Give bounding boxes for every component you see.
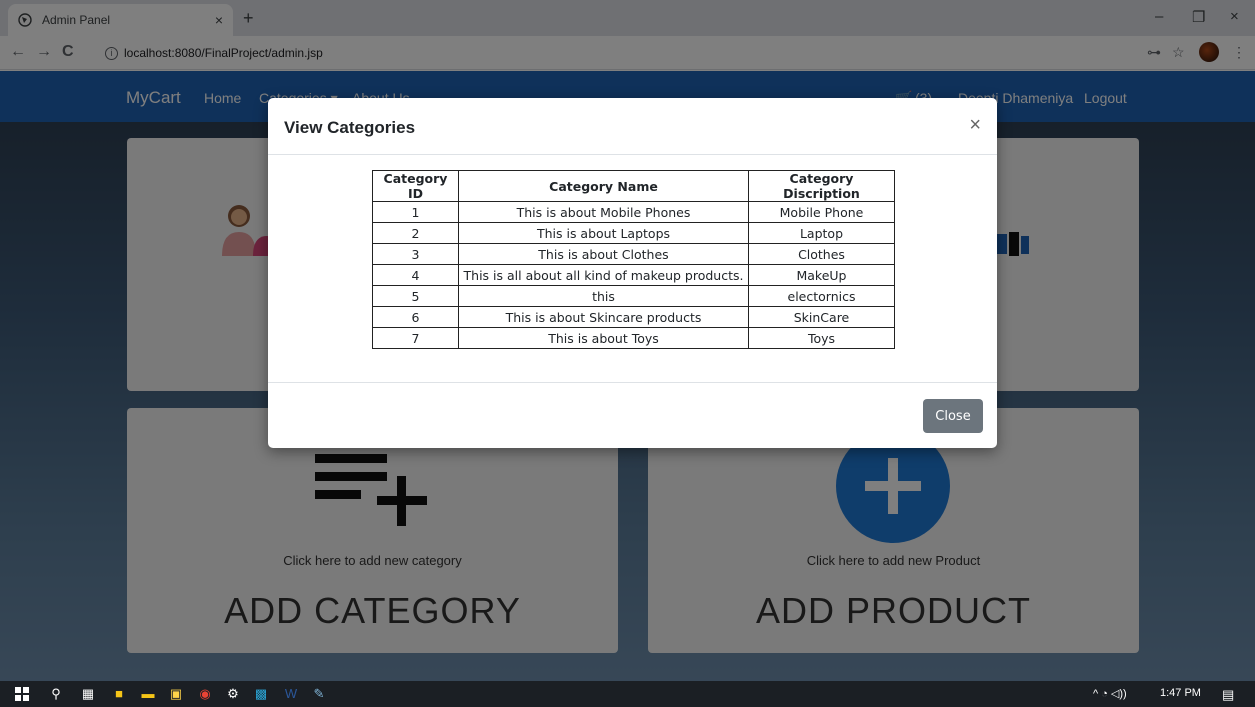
categories-table: Category ID Category Name Category Discr… — [372, 170, 895, 349]
windows-taskbar: ⚲ ▦ ■ ▬ ▣ ◉ ⚙ ▩ W ✎ ^ ◔ ◁)) 1:47 PM ▤ — [0, 681, 1255, 707]
table-row: 4 This is all about all kind of makeup p… — [372, 264, 895, 286]
column-header: Category Name — [458, 170, 749, 202]
category-name-cell: This is about Clothes — [458, 243, 749, 265]
category-id-cell: 5 — [372, 285, 459, 307]
category-description-cell: Mobile Phone — [748, 201, 895, 223]
category-name-cell: This is about Mobile Phones — [458, 201, 749, 223]
category-description-cell: Toys — [748, 327, 895, 349]
notepad-icon[interactable]: ▣ — [168, 686, 184, 702]
clock[interactable]: 1:47 PM — [1160, 687, 1201, 699]
category-description-cell: Clothes — [748, 243, 895, 265]
chrome-icon[interactable]: ◉ — [197, 686, 213, 702]
category-description-cell: SkinCare — [748, 306, 895, 328]
category-id-cell: 6 — [372, 306, 459, 328]
category-id-cell: 1 — [372, 201, 459, 223]
table-header-row: Category ID Category Name Category Discr… — [372, 170, 895, 202]
view-categories-modal: View Categories × Category ID Category N… — [268, 98, 997, 448]
windows-start-icon[interactable] — [14, 686, 30, 702]
category-description-cell: MakeUp — [748, 264, 895, 286]
category-name-cell: this — [458, 285, 749, 307]
category-description-cell: Laptop — [748, 222, 895, 244]
table-row: 6 This is about Skincare products SkinCa… — [372, 306, 895, 328]
category-id-cell: 2 — [372, 222, 459, 244]
category-id-cell: 7 — [372, 327, 459, 349]
category-name-cell: This is about Laptops — [458, 222, 749, 244]
category-description-cell: electornics — [748, 285, 895, 307]
table-row: 1 This is about Mobile Phones Mobile Pho… — [372, 201, 895, 223]
column-header: Category ID — [372, 170, 459, 202]
store-icon[interactable]: ■ — [111, 686, 127, 702]
table-row: 5 this electornics — [372, 285, 895, 307]
table-row: 7 This is about Toys Toys — [372, 327, 895, 349]
file-explorer-icon[interactable]: ▬ — [140, 686, 156, 702]
modal-footer: Close — [268, 382, 997, 448]
category-id-cell: 3 — [372, 243, 459, 265]
app-icon[interactable]: ▩ — [253, 686, 269, 702]
notification-icon[interactable]: ▤ — [1222, 687, 1234, 703]
category-name-cell: This is all about all kind of makeup pro… — [458, 264, 749, 286]
paint-icon[interactable]: ✎ — [311, 686, 327, 702]
table-row: 2 This is about Laptops Laptop — [372, 222, 895, 244]
table-row: 3 This is about Clothes Clothes — [372, 243, 895, 265]
task-view-icon[interactable]: ▦ — [80, 686, 96, 702]
settings-icon[interactable]: ⚙ — [225, 686, 241, 702]
modal-title: View Categories — [284, 118, 416, 137]
category-name-cell: This is about Toys — [458, 327, 749, 349]
column-header: Category Discription — [748, 170, 895, 202]
modal-close-icon[interactable]: × — [969, 114, 981, 137]
category-name-cell: This is about Skincare products — [458, 306, 749, 328]
modal-header: View Categories × — [268, 98, 997, 155]
category-id-cell: 4 — [372, 264, 459, 286]
word-icon[interactable]: W — [283, 686, 299, 702]
search-icon[interactable]: ⚲ — [48, 686, 64, 702]
close-button[interactable]: Close — [923, 399, 983, 433]
system-tray-icons[interactable]: ^ ◔ ◁)) — [1093, 687, 1127, 700]
